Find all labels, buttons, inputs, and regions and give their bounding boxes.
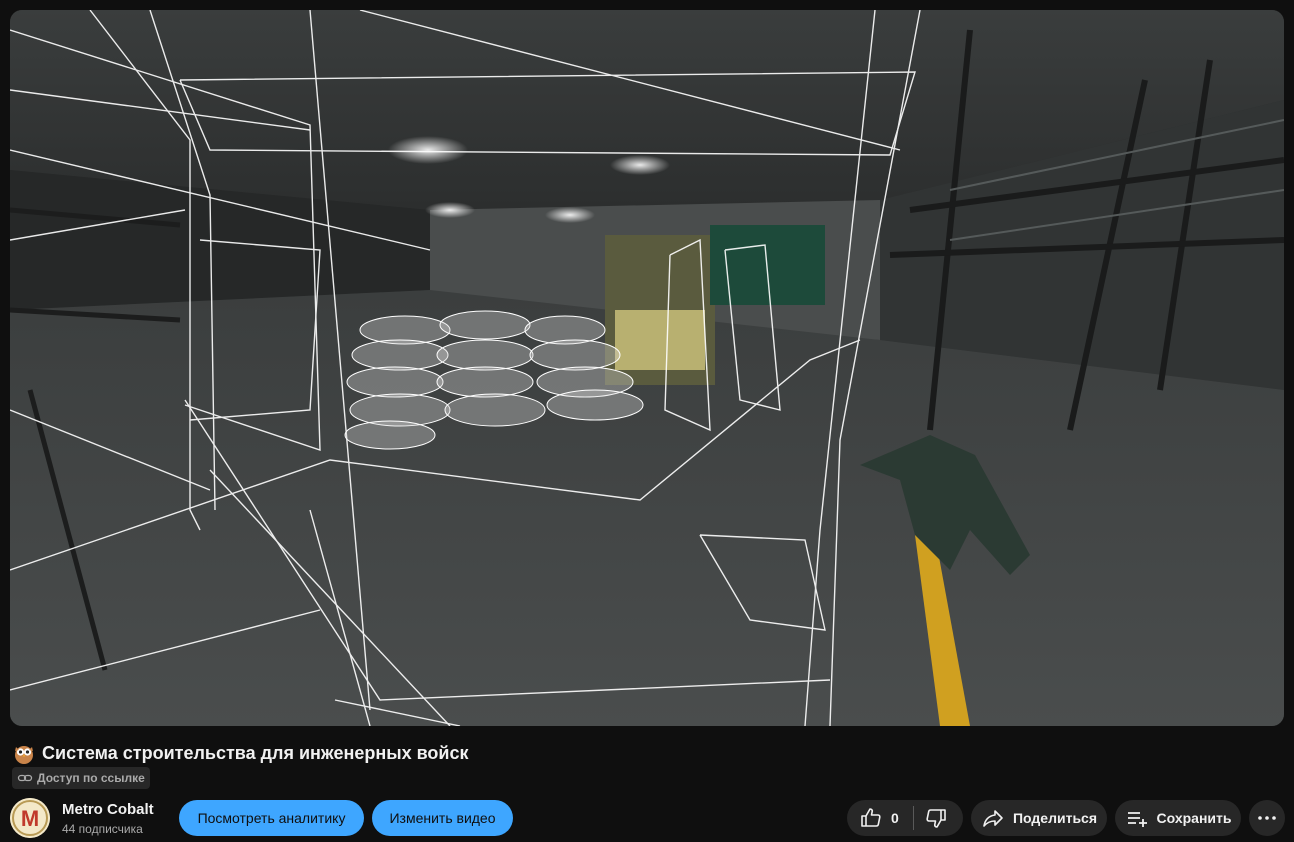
thumbs-up-icon [861, 808, 881, 827]
like-dislike-group: 0 [847, 800, 963, 836]
view-analytics-button[interactable]: Посмотреть аналитику [179, 800, 364, 836]
share-arrow-icon [983, 810, 1003, 827]
like-count: 0 [891, 810, 899, 826]
video-player[interactable] [10, 10, 1284, 726]
video-frame [10, 10, 1284, 726]
channel-avatar[interactable]: M [10, 798, 50, 838]
more-horizontal-icon [1258, 816, 1276, 820]
visibility-label: Доступ по ссылке [37, 771, 145, 785]
channel-name[interactable]: Metro Cobalt [62, 801, 172, 818]
channel-row: M Metro Cobalt 44 подписчика [10, 797, 172, 839]
edit-video-button[interactable]: Изменить видео [372, 800, 513, 836]
like-button[interactable]: 0 [847, 800, 899, 836]
visibility-badge: Доступ по ссылке [12, 767, 150, 789]
avatar-letter: M [21, 806, 39, 831]
video-title: Система строительства для инженерных вой… [42, 742, 469, 763]
share-label: Поделиться [1012, 810, 1098, 826]
video-title-row: Система строительства для инженерных вой… [12, 741, 469, 765]
owl-emoji-icon [12, 741, 36, 765]
thumbs-down-icon [926, 809, 946, 828]
share-button[interactable]: Поделиться [971, 800, 1107, 836]
subscriber-count: 44 подписчика [62, 821, 143, 836]
more-actions-button[interactable] [1249, 800, 1285, 836]
save-label: Сохранить [1156, 810, 1232, 826]
link-icon [17, 774, 33, 782]
channel-info: Metro Cobalt 44 подписчика [62, 801, 172, 836]
playlist-add-icon [1127, 812, 1147, 827]
dislike-button[interactable] [914, 800, 948, 836]
save-button[interactable]: Сохранить [1115, 800, 1241, 836]
